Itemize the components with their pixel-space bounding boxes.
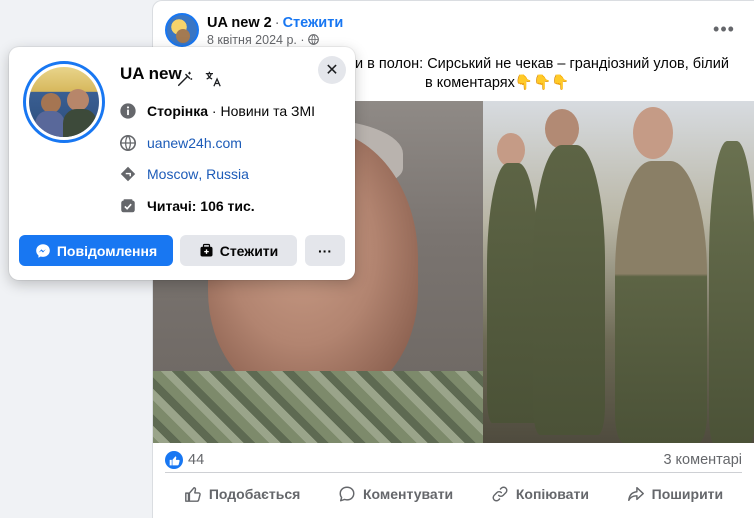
messenger-icon <box>36 243 50 258</box>
page-hovercard: UA new ✕ Сторінка · Новини та ЗМІ uanew2… <box>9 47 355 280</box>
category-row: Сторінка · Новини та ЗМІ <box>119 101 315 121</box>
meta-separator: · <box>300 33 305 47</box>
website-row: uanew24h.com <box>119 133 242 153</box>
page-name-link[interactable]: UA new 2 <box>207 15 272 31</box>
hovercard-avatar[interactable] <box>23 61 105 143</box>
category-value: Новини та ЗМІ <box>220 103 316 119</box>
message-button[interactable]: Повідомлення <box>19 235 173 266</box>
followers-row: Читачі: 106 тис. <box>119 196 255 216</box>
avatar-body-2 <box>63 109 97 137</box>
avatar-image <box>29 67 99 137</box>
follow-label: Стежити <box>219 242 279 259</box>
location-row: Moscow, Russia <box>119 164 249 184</box>
avatar-body-1 <box>35 111 65 137</box>
close-button[interactable]: ✕ <box>318 56 346 84</box>
like-button[interactable]: Подобається <box>184 477 300 511</box>
hovercard-tools <box>175 69 223 89</box>
post-options-button[interactable]: ••• <box>712 17 736 41</box>
photo-uniform <box>153 371 483 443</box>
copy-label: Копіювати <box>515 486 589 502</box>
copy-button[interactable]: Копіювати <box>491 477 589 511</box>
avatar-person-2 <box>67 89 89 111</box>
soldier-1 <box>487 163 539 423</box>
more-options-button[interactable]: ··· <box>305 235 345 266</box>
comment-count[interactable]: 3 коментарі <box>663 452 742 468</box>
like-label: Подобається <box>208 486 301 502</box>
soldier-3 <box>615 161 707 443</box>
post-stats: 44 3 коментарі <box>165 449 742 473</box>
comment-icon <box>339 486 355 502</box>
share-label: Поширити <box>651 486 724 502</box>
hovercard-page-name[interactable]: UA new <box>120 64 182 84</box>
soldier-head-1 <box>497 133 525 167</box>
magic-wand-icon[interactable] <box>175 69 195 89</box>
like-count[interactable]: 44 <box>188 452 204 468</box>
soldier-4 <box>709 141 754 443</box>
avatar-person-1 <box>41 93 61 113</box>
comment-button[interactable]: Коментувати <box>338 477 453 511</box>
post-meta: 8 квітня 2024 р. · <box>207 33 319 47</box>
followers-count[interactable]: Читачі: 106 тис. <box>147 198 255 214</box>
globe-icon <box>119 134 137 152</box>
message-label: Повідомлення <box>56 242 158 259</box>
location-city-link[interactable]: Moscow <box>147 166 198 182</box>
follow-add-icon <box>200 243 213 257</box>
location-separator: , <box>198 166 207 182</box>
soldier-2 <box>533 145 605 435</box>
website-link[interactable]: uanew24h.com <box>147 135 242 151</box>
thumbs-up-icon <box>184 486 201 502</box>
location-pin-icon <box>119 165 137 183</box>
page-title: UA new 2 · Стежити <box>207 15 343 31</box>
followers-check-icon <box>119 197 137 215</box>
share-button[interactable]: Поширити <box>627 477 724 511</box>
follow-link[interactable]: Стежити <box>283 15 344 31</box>
post-date[interactable]: 8 квітня 2024 р. <box>207 33 297 47</box>
separator-dot: · <box>274 15 280 31</box>
soldier-head-2 <box>545 109 579 149</box>
photo-soldiers <box>483 101 754 443</box>
globe-icon <box>308 33 319 47</box>
share-icon <box>627 486 644 502</box>
location-country-link[interactable]: Russia <box>206 166 249 182</box>
soldier-head-3 <box>633 107 673 159</box>
page-avatar[interactable] <box>165 13 199 47</box>
like-reaction-icon[interactable] <box>165 451 183 469</box>
comment-label: Коментувати <box>362 486 454 502</box>
follow-button[interactable]: Стежити <box>180 235 297 266</box>
translate-icon[interactable] <box>203 69 223 89</box>
category-separator: · <box>208 103 221 119</box>
post-actions: Подобається Коментувати Копіювати Пошири… <box>165 477 742 511</box>
category-label: Сторінка <box>147 103 209 119</box>
link-icon <box>492 486 508 502</box>
info-icon <box>119 102 137 120</box>
